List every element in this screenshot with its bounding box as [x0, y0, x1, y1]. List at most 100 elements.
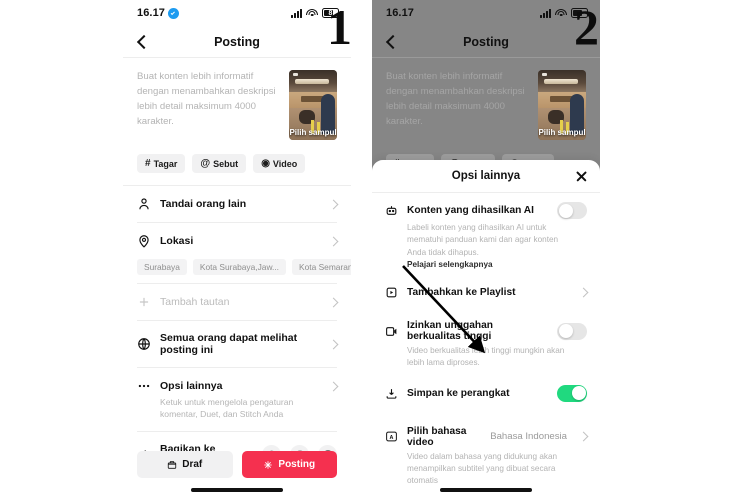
chevron-right-icon	[578, 287, 589, 298]
option-sub-text: Labeli konten yang dihasilkan AI untuk m…	[407, 223, 559, 257]
screenshot-canvas: 16.17 8 Posting Buat konten lebih inform…	[0, 0, 750, 500]
step-number-1: 1	[327, 0, 352, 55]
chip-mention[interactable]: @ Sebut	[192, 154, 247, 173]
chevron-right-icon	[328, 339, 339, 349]
option-label: Konten yang dihasilkan AI	[407, 205, 534, 216]
option-add-to-playlist[interactable]: Tambahkan ke Playlist	[372, 277, 600, 302]
svg-text:A: A	[390, 435, 394, 441]
chip-label: Sebut	[213, 158, 239, 169]
row-more-options[interactable]: Opsi lainnya	[123, 368, 351, 404]
wifi-icon	[555, 8, 567, 18]
toggle-high-quality-upload[interactable]	[557, 322, 587, 340]
status-time: 16.17	[386, 7, 415, 19]
status-time: 16.17	[137, 7, 166, 19]
option-viewer-control[interactable]: Kontrol penonton?	[372, 494, 600, 500]
row-add-link[interactable]: Tambah tautan	[123, 284, 351, 320]
upload-quality-icon	[385, 325, 398, 338]
ellipsis-icon	[137, 379, 151, 393]
chevron-right-icon	[578, 431, 589, 442]
draft-button[interactable]: Draf	[137, 451, 233, 478]
at-icon: @	[200, 158, 211, 169]
signal-icon	[291, 8, 302, 18]
option-video-language-sub: Video dalam bahasa yang didukung akan me…	[407, 451, 558, 486]
verified-badge-icon	[168, 7, 180, 19]
option-label: Tambahkan ke Playlist	[407, 287, 516, 299]
option-label: Pilih bahasa video	[407, 425, 467, 448]
quick-insert-chips: # Tagar @ Sebut ◉ Video	[123, 140, 351, 185]
bottom-action-bar: Draf Posting	[123, 451, 351, 478]
sheet-header: Opsi lainnya	[372, 160, 600, 193]
option-label: Simpan ke perangkat	[407, 387, 510, 399]
cover-thumbnail: Pilih sampul	[538, 70, 586, 140]
row-location[interactable]: Lokasi	[123, 223, 351, 259]
close-icon[interactable]	[575, 170, 588, 183]
option-high-quality-upload-sub: Video berkualitas lebih tinggi mungkin a…	[407, 346, 565, 368]
row-label: Opsi lainnya	[160, 380, 223, 392]
robot-icon	[385, 204, 398, 217]
language-icon: A	[385, 430, 398, 443]
chevron-right-icon	[328, 236, 339, 246]
caption-input[interactable]: Buat konten lebih informatif dengan mena…	[137, 70, 279, 140]
options-bottom-sheet: Opsi lainnya Konten yang dihasilkan AI L…	[372, 160, 600, 500]
chip-label: Video	[272, 158, 298, 169]
nav-bar: Posting	[372, 26, 600, 58]
chevron-right-icon	[328, 199, 339, 209]
cover-label: Pilih sampul	[538, 128, 586, 137]
learn-more-link[interactable]: Pelajari selengkapnya	[407, 260, 493, 269]
post-label: Posting	[278, 459, 316, 470]
option-value: Bahasa Indonesia	[490, 431, 567, 443]
option-ai-generated-content[interactable]: Konten yang dihasilkan AI	[372, 193, 600, 222]
post-button[interactable]: Posting	[241, 451, 337, 478]
row-label: Semua orang dapat melihat posting ini	[160, 332, 298, 356]
person-icon	[137, 197, 151, 211]
location-chip[interactable]: Kota Semarang	[292, 259, 351, 275]
phone-panel-step-2: 16.17 Posting Buat konten lebih informat…	[372, 0, 600, 500]
cover-label: Pilih sampul	[289, 128, 337, 137]
home-indicator	[191, 488, 283, 492]
row-label: Lokasi	[160, 235, 194, 247]
row-label: Tambah tautan	[160, 296, 230, 308]
chevron-right-icon	[328, 381, 339, 391]
chip-hashtag[interactable]: # Tagar	[137, 154, 186, 173]
sparkle-icon	[264, 460, 273, 469]
chip-video[interactable]: ◉ Video	[253, 154, 306, 173]
location-pin-icon	[137, 234, 151, 248]
draft-label: Draf	[182, 459, 203, 470]
option-high-quality-upload[interactable]: Izinkan unggahan berkualitas tinggi	[372, 311, 600, 345]
plus-icon	[137, 295, 151, 309]
signal-icon	[540, 8, 551, 18]
back-arrow-icon[interactable]	[133, 33, 151, 51]
caption-area: Buat konten lebih informatif dengan mena…	[372, 58, 600, 140]
wifi-icon	[306, 8, 318, 18]
caption-input: Buat konten lebih informatif dengan mena…	[386, 71, 525, 127]
chip-label: Tagar	[153, 158, 178, 169]
save-device-icon	[385, 387, 398, 400]
status-bar: 16.17	[372, 0, 600, 26]
row-label: Tandai orang lain	[160, 198, 247, 210]
row-tag-people[interactable]: Tandai orang lain	[123, 186, 351, 222]
home-indicator	[440, 488, 532, 492]
playlist-icon	[385, 286, 398, 299]
row-visibility[interactable]: Semua orang dapat melihat posting ini	[123, 321, 351, 367]
step-number-2: 2	[574, 0, 599, 55]
option-save-to-device[interactable]: Simpan ke perangkat	[372, 376, 600, 405]
location-chip[interactable]: Kota Surabaya,Jaw...	[192, 259, 287, 275]
option-label: Izinkan unggahan berkualitas tinggi	[407, 320, 494, 343]
status-clock: 16.17	[386, 7, 414, 19]
back-arrow-icon	[382, 33, 400, 51]
toggle-save-to-device[interactable]	[557, 384, 587, 402]
cover-thumbnail[interactable]: Pilih sampul	[289, 70, 337, 140]
draft-box-icon	[168, 460, 177, 469]
nav-bar: Posting	[123, 26, 351, 58]
status-clock: 16.17	[137, 7, 180, 19]
option-ai-generated-content-sub: Labeli konten yang dihasilkan AI untuk m…	[372, 222, 600, 277]
option-video-language[interactable]: A Pilih bahasa video Bahasa Indonesia	[372, 417, 600, 451]
status-bar: 16.17 8	[123, 0, 351, 26]
video-circle-icon: ◉	[261, 158, 270, 169]
page-title: Posting	[214, 34, 260, 49]
hashtag-icon: #	[145, 158, 151, 169]
location-chip[interactable]: Surabaya	[137, 259, 187, 275]
chevron-right-icon	[328, 297, 339, 307]
toggle-ai-generated-content[interactable]	[557, 202, 587, 219]
caption-area: Buat konten lebih informatif dengan mena…	[123, 58, 351, 140]
